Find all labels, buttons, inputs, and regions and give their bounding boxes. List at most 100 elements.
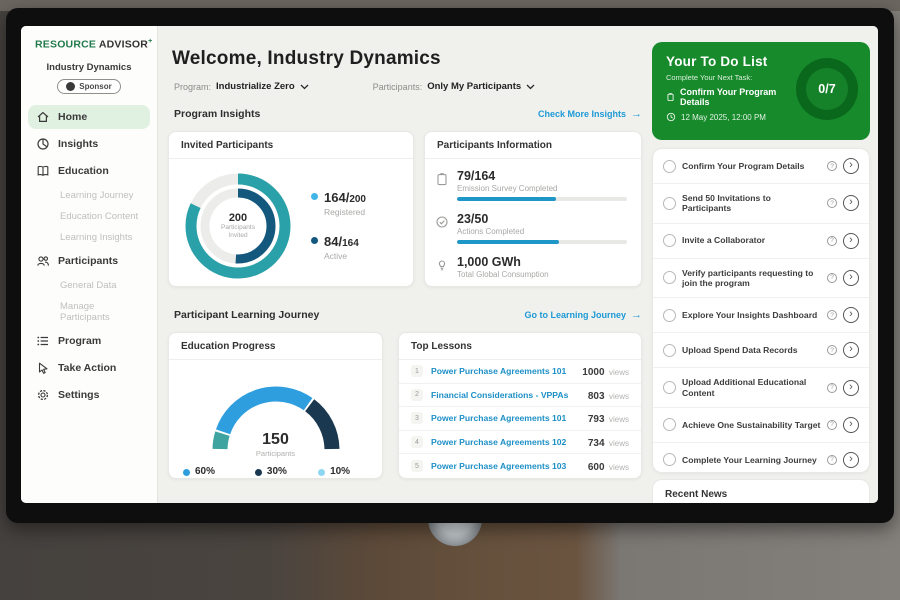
- task-item[interactable]: Upload Additional Educational Content ? …: [653, 368, 869, 408]
- help-icon[interactable]: ?: [827, 198, 837, 208]
- help-icon[interactable]: ?: [827, 345, 837, 355]
- task-item[interactable]: Explore Your Insights Dashboard ? ›: [653, 298, 869, 333]
- lesson-link[interactable]: Power Purchase Agreements 102: [431, 437, 580, 447]
- info-row-actions: 23/50 Actions Completed: [435, 212, 627, 244]
- invited-donut-chart: 200 Participants Invited: [179, 167, 297, 285]
- lesson-link[interactable]: Power Purchase Agreements 103: [431, 461, 580, 471]
- sidebar-item-learning-insights[interactable]: Learning Insights: [28, 227, 150, 248]
- task-item[interactable]: Confirm Your Program Details ? ›: [653, 149, 869, 184]
- chevron-right-icon[interactable]: ›: [843, 417, 859, 433]
- legend-item-pending: 30%Pending: [255, 466, 295, 479]
- learning-journey-section: Participant Learning Journey Go to Learn…: [174, 309, 642, 321]
- task-item[interactable]: Send 50 Invitations to Participants ? ›: [653, 184, 869, 224]
- task-checkbox[interactable]: [663, 453, 676, 466]
- card-title: Education Progress: [169, 333, 382, 360]
- progress-bar: [457, 240, 627, 244]
- chevron-right-icon[interactable]: ›: [843, 307, 859, 323]
- sidebar-item-label: Insights: [58, 138, 98, 150]
- lesson-rank: 5: [411, 460, 423, 472]
- filters-bar: Program: Industrialize Zero Participants…: [174, 81, 535, 92]
- help-icon[interactable]: ?: [827, 455, 837, 465]
- donut-center-label: Participants Invited: [212, 224, 264, 240]
- help-icon[interactable]: ?: [827, 310, 837, 320]
- chevron-right-icon[interactable]: ›: [843, 380, 859, 396]
- lesson-link[interactable]: Power Purchase Agreements 101: [431, 366, 574, 376]
- task-checkbox[interactable]: [663, 381, 676, 394]
- sidebar-item-general-data[interactable]: General Data: [28, 275, 150, 296]
- task-checkbox[interactable]: [663, 197, 676, 210]
- task-checkbox[interactable]: [663, 234, 676, 247]
- clipboard-icon: [666, 92, 675, 102]
- chevron-right-icon[interactable]: ›: [843, 270, 859, 286]
- legend-dot: [311, 193, 318, 200]
- chevron-right-icon[interactable]: ›: [843, 158, 859, 174]
- lesson-link[interactable]: Financial Considerations - VPPAs: [431, 390, 580, 400]
- task-item[interactable]: Complete Your Learning Journey ? ›: [653, 443, 869, 473]
- info-row-consumption: 1,000 GWh Total Global Consumption: [435, 255, 627, 283]
- arrow-right-icon: →: [631, 108, 642, 120]
- gauge-center-label: Participants: [191, 449, 361, 458]
- sidebar-item-education[interactable]: Education: [28, 159, 150, 183]
- todo-counter: 0/7: [806, 68, 848, 110]
- insights-icon: [36, 137, 50, 151]
- lesson-rank: 3: [411, 412, 423, 424]
- lesson-link[interactable]: Power Purchase Agreements 101: [431, 413, 580, 423]
- help-icon[interactable]: ?: [827, 383, 837, 393]
- sidebar-item-settings[interactable]: Settings: [28, 383, 150, 407]
- task-checkbox[interactable]: [663, 271, 676, 284]
- lesson-row: 5 Power Purchase Agreements 103 600 view…: [399, 454, 641, 478]
- sidebar-item-learning-journey[interactable]: Learning Journey: [28, 185, 150, 206]
- chevron-down-icon: [300, 84, 309, 90]
- sponsor-badge: Sponsor: [57, 79, 121, 94]
- task-checkbox[interactable]: [663, 418, 676, 431]
- program-dropdown[interactable]: Program: Industrialize Zero: [174, 81, 309, 92]
- go-to-learning-journey-link[interactable]: Go to Learning Journey→: [524, 309, 642, 321]
- task-checkbox[interactable]: [663, 309, 676, 322]
- task-item[interactable]: Achieve One Sustainability Target ? ›: [653, 408, 869, 443]
- sidebar-item-label: Settings: [58, 389, 99, 401]
- progress-bar: [457, 197, 627, 201]
- help-icon[interactable]: ?: [827, 236, 837, 246]
- check-circle-icon: [435, 215, 449, 229]
- help-icon[interactable]: ?: [827, 161, 837, 171]
- legend-dot: [311, 237, 318, 244]
- sidebar-item-education-content[interactable]: Education Content: [28, 206, 150, 227]
- invited-participants-card: Invited Participants 200 Participants In…: [168, 131, 414, 287]
- legend-item-active: 84/164 Active: [311, 233, 366, 261]
- top-lessons-card: Top Lessons 1 Power Purchase Agreements …: [398, 332, 642, 479]
- task-checkbox[interactable]: [663, 344, 676, 357]
- help-icon[interactable]: ?: [827, 420, 837, 430]
- todo-due-date: 12 May 2025, 12:00 PM: [666, 112, 796, 122]
- sidebar-item-participants[interactable]: Participants: [28, 249, 150, 273]
- legend-dot: [255, 469, 262, 476]
- program-icon: [36, 334, 50, 348]
- sidebar-item-home[interactable]: Home: [28, 105, 150, 129]
- page-title: Welcome, Industry Dynamics: [172, 48, 441, 70]
- sidebar-item-take-action[interactable]: Take Action: [28, 356, 150, 380]
- participants-dropdown[interactable]: Participants: Only My Participants: [373, 81, 536, 92]
- chevron-right-icon[interactable]: ›: [843, 195, 859, 211]
- task-item[interactable]: Upload Spend Data Records ? ›: [653, 333, 869, 368]
- lesson-rank: 1: [411, 365, 423, 377]
- chevron-right-icon[interactable]: ›: [843, 452, 859, 468]
- sidebar-item-manage-participants[interactable]: Manage Participants: [28, 296, 150, 328]
- lesson-row: 1 Power Purchase Agreements 101 1000 vie…: [399, 360, 641, 384]
- legend-item-completed: 60%Completed: [183, 466, 231, 479]
- chevron-down-icon: [526, 84, 535, 90]
- task-checkbox[interactable]: [663, 160, 676, 173]
- sidebar-item-program[interactable]: Program: [28, 329, 150, 353]
- task-item[interactable]: Verify participants requesting to join t…: [653, 259, 869, 299]
- help-icon[interactable]: ?: [827, 273, 837, 283]
- card-title: Participants Information: [425, 132, 641, 159]
- education-gauge-chart: 150 Participants: [191, 372, 361, 458]
- check-more-insights-link[interactable]: Check More Insights→: [538, 108, 642, 120]
- chevron-right-icon[interactable]: ›: [843, 233, 859, 249]
- lightbulb-icon: [435, 258, 449, 272]
- sidebar-item-insights[interactable]: Insights: [28, 132, 150, 156]
- task-item[interactable]: Invite a Collaborator ? ›: [653, 224, 869, 259]
- todo-tasks-card: Confirm Your Program Details ? › Send 50…: [652, 148, 870, 473]
- todo-progress-ring: 0/7: [796, 58, 858, 120]
- chevron-right-icon[interactable]: ›: [843, 342, 859, 358]
- lesson-rank: 4: [411, 436, 423, 448]
- education-icon: [36, 164, 50, 178]
